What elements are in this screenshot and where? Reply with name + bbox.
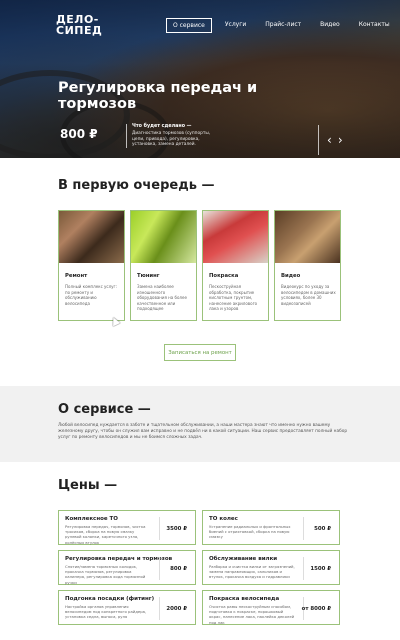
price-card[interactable]: Комплексное ТО Регулировка передач, торм… [58,510,196,545]
about-section: О сервисе — Любой велосипед нуждается в … [0,386,400,462]
price-value: 800 ₽ [170,566,187,572]
card-text: Видеокурс по уходу за велосипедом в дома… [281,284,336,306]
service-card-tuning[interactable]: Тюнинг Замена наиболее изношенного обору… [130,210,197,321]
price-value: 2000 ₽ [166,606,187,612]
price-desc: Разборка и очистка вилки от загрязнений,… [209,564,295,580]
section-heading: О сервисе — [58,402,151,417]
chevron-right-icon[interactable]: › [338,134,343,146]
price-title: Обслуживание вилки [209,556,278,562]
main-nav: О сервисе Услуги Прайс-лист Видео Контак… [166,18,400,33]
nav-item-video[interactable]: Видео [314,18,346,33]
price-value: 3500 ₽ [166,526,187,532]
first-priority-section: В первую очередь — Ремонт Полный комплек… [0,158,400,386]
price-title: Подгонка посадки (фитинг) [65,596,155,602]
service-card-video[interactable]: Видео Видеокурс по уходу за велосипедом … [274,210,341,321]
card-text: Замена наиболее изношенного оборудования… [137,284,187,312]
video-photo [275,211,340,263]
price-card[interactable]: ТО колес Устранение радиальных и фронтал… [202,510,340,545]
price-value: 1500 ₽ [310,566,331,572]
price-title: Регулировка передач и тормозов [65,556,173,562]
nav-item-services[interactable]: Услуги [219,18,252,33]
section-heading: В первую очередь — [58,178,215,193]
card-text: Пескоструйная обработка, покрытие кислот… [209,284,258,312]
price-card[interactable]: Покраска велосипеда Очистка рамы пескост… [202,590,340,625]
card-title: Тюнинг [137,273,160,279]
price-title: ТО колес [209,516,238,522]
slider-controls: ‹ › [318,125,343,155]
price-card[interactable]: Регулировка передач и тормозов Снятие/за… [58,550,196,585]
logo-line: СИПЕД [56,24,103,37]
price-desc: Очистка рамы пескоструйным способом, под… [209,604,295,625]
service-card-painting[interactable]: Покраска Пескоструйная обработка, покрыт… [202,210,269,321]
price-value: 500 ₽ [314,526,331,532]
divider [159,557,160,580]
price-title: Покраска велосипеда [209,596,280,602]
hero-banner: ДЕЛО- СИПЕД О сервисе Услуги Прайс-лист … [0,0,400,158]
tuning-photo [131,211,196,263]
price-desc: Устранение радиальных и фронтальных биен… [209,524,291,540]
repair-photo [59,211,124,263]
divider [159,597,160,620]
price-desc: Снятие/замена тормозных колодок, прокачк… [65,564,146,585]
section-heading: Цены — [58,478,118,493]
nav-item-about[interactable]: О сервисе [166,18,212,33]
service-cards: Ремонт Полный комплекс услуг: по ремонту… [58,210,341,321]
card-text: Полный комплекс услуг: по ремонту и обсл… [65,284,117,306]
price-value: от 8000 ₽ [301,606,331,612]
card-title: Ремонт [65,273,88,279]
painting-photo [203,211,268,263]
hero-desc-text: Диагностика тормозов (суппорты, цепи, пр… [132,131,211,147]
nav-item-pricelist[interactable]: Прайс-лист [259,18,307,33]
hero-description: Что будет сделано — Диагностика тормозов… [126,124,216,148]
price-title: Комплексное ТО [65,516,118,522]
price-desc: Регулировка передач, тормозов, чистка тр… [65,524,146,545]
card-title: Покраска [209,273,239,279]
service-card-repair[interactable]: Ремонт Полный комплекс услуг: по ремонту… [58,210,125,321]
divider [303,557,304,580]
book-repair-button[interactable]: Записаться на ремонт [164,344,236,361]
chevron-left-icon[interactable]: ‹ [327,134,332,146]
about-text: Любой велосипед нуждается в заботе и тща… [58,423,348,440]
price-desc: Настройка органов управления велосипедом… [65,604,147,620]
hero-desc-heading: Что будет сделано — [132,124,192,129]
nav-item-contacts[interactable]: Контакты [353,18,396,33]
card-title: Видео [281,273,301,279]
price-card[interactable]: Подгонка посадки (фитинг) Настройка орга… [58,590,196,625]
hero-price: 800 ₽ [60,127,98,141]
divider [159,517,160,540]
hero-title: Регулировка передач и тормозов [58,80,258,112]
price-grid: Комплексное ТО Регулировка передач, торм… [58,510,340,625]
prices-section: Цены — Комплексное ТО Регулировка переда… [0,462,400,640]
divider [303,517,304,540]
logo[interactable]: ДЕЛО- СИПЕД [56,14,102,36]
divider [318,125,319,155]
price-card[interactable]: Обслуживание вилки Разборка и очистка ви… [202,550,340,585]
